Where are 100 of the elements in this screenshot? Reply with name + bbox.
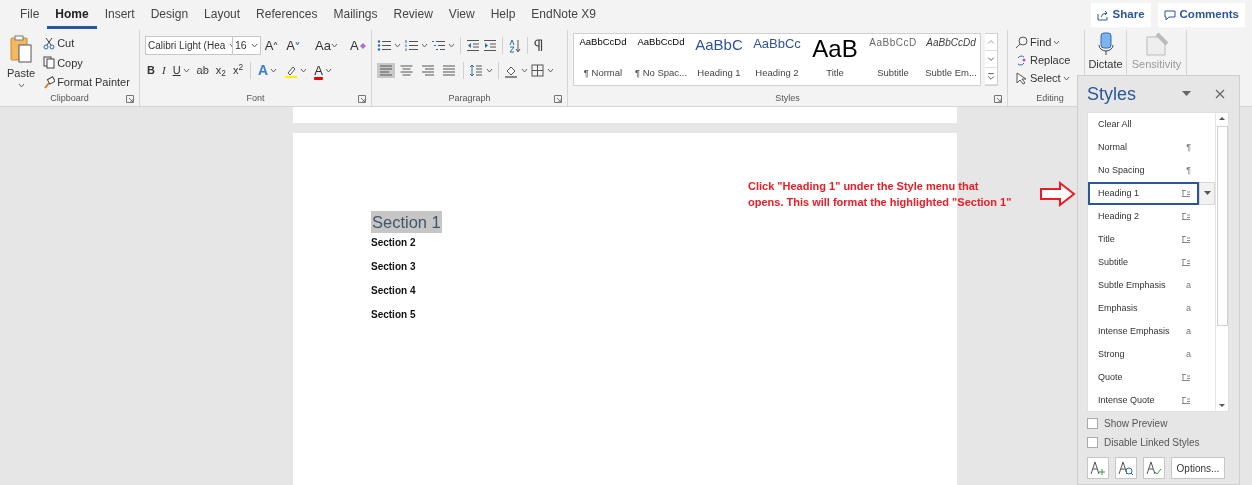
caret-icon[interactable] <box>1062 75 1070 81</box>
caret-icon[interactable] <box>547 68 554 73</box>
linked-style-icon <box>1181 235 1191 244</box>
manage-styles-button[interactable] <box>1143 457 1165 479</box>
dialog-launcher-icon[interactable] <box>994 94 1002 103</box>
bullet-list-icon[interactable] <box>377 39 391 52</box>
style-gallery-item[interactable]: AaBbCcDd ¶ No Spac... <box>632 34 690 85</box>
style-list-item[interactable]: No Spacing ¶ <box>1088 159 1199 182</box>
find-button[interactable]: Find <box>1013 33 1079 51</box>
select-button[interactable]: Select <box>1013 69 1079 87</box>
caret-icon[interactable] <box>448 43 455 48</box>
ribbon-tab[interactable]: Review <box>385 1 441 29</box>
styles-gallery[interactable]: AaBbCcDd ¶ Normal AaBbCcDd ¶ No Spac... AaBbC Heading 1 AaBbCc Heading 2 AaB Title AaBbCcD Subtitle AaBbCcDd Subtle Em... <box>573 33 981 86</box>
style-list-item[interactable]: Intense Emphasis a <box>1088 320 1199 343</box>
style-list-item[interactable]: Heading 2 <box>1088 205 1199 228</box>
italic-button[interactable]: I <box>159 61 168 80</box>
ribbon-tab[interactable]: View <box>440 1 483 29</box>
dialog-launcher-icon[interactable] <box>358 94 366 103</box>
line-spacing-icon[interactable] <box>469 64 483 77</box>
dictate-button[interactable]: Dictate <box>1087 32 1124 70</box>
format-painter-button[interactable]: Format Painter <box>41 73 132 92</box>
dialog-launcher-icon[interactable] <box>554 94 562 103</box>
caret-icon[interactable] <box>421 43 428 48</box>
caret-icon[interactable] <box>250 43 258 48</box>
subscript-button[interactable]: x$_{2}$ <box>213 61 228 80</box>
style-list-item[interactable]: Heading 1 <box>1088 182 1199 205</box>
style-dropdown-button[interactable] <box>1199 182 1215 205</box>
bold-button[interactable]: B <box>145 61 157 80</box>
heading-text: Section 1 <box>371 211 442 233</box>
checkbox[interactable] <box>1087 418 1098 429</box>
style-gallery-item[interactable]: AaBbCc Heading 2 <box>748 34 806 85</box>
style-gallery-item[interactable]: AaBbCcDd Subtle Em... <box>922 34 980 85</box>
caret-icon[interactable] <box>182 68 190 73</box>
style-list-item[interactable]: Quote <box>1088 366 1199 389</box>
style-gallery-item[interactable]: AaBbCcDd ¶ Normal <box>574 34 632 85</box>
align-right-button[interactable] <box>419 63 437 78</box>
group-label: Editing <box>1035 91 1065 105</box>
share-button[interactable]: Share <box>1090 3 1151 27</box>
underline-button[interactable]: U <box>170 61 192 80</box>
shrink-font-button[interactable]: A <box>285 34 305 57</box>
caret-icon[interactable] <box>270 68 278 73</box>
caret-icon[interactable] <box>1182 91 1191 97</box>
caret-icon[interactable] <box>324 68 332 73</box>
align-right-icon <box>421 64 435 77</box>
style-list-item[interactable]: Clear All <box>1088 113 1199 136</box>
style-name: Heading 1 <box>697 65 741 80</box>
increase-indent-icon[interactable] <box>483 39 497 52</box>
clear-formatting-button[interactable]: A <box>348 34 368 57</box>
style-list-item[interactable]: Intense Quote <box>1088 389 1199 412</box>
ribbon-tab[interactable]: Layout <box>196 1 249 29</box>
change-case-button[interactable]: Aa <box>314 34 339 57</box>
multilevel-list-icon[interactable] <box>431 39 445 52</box>
style-list-item[interactable]: Subtitle <box>1088 251 1199 274</box>
numbered-list-icon[interactable] <box>404 39 418 52</box>
ribbon-tab[interactable]: References <box>248 1 326 29</box>
paste-button[interactable]: Paste <box>5 33 38 92</box>
align-justify-button[interactable] <box>440 63 458 78</box>
options-button[interactable]: Options... <box>1171 457 1225 479</box>
pilcrow-icon[interactable] <box>533 39 543 52</box>
style-list-item[interactable]: Emphasis a <box>1088 297 1199 320</box>
checkbox[interactable] <box>1087 437 1098 448</box>
scrollbar-thumb[interactable] <box>1216 126 1228 326</box>
ribbon-tab[interactable]: Design <box>142 1 197 29</box>
caret-icon[interactable] <box>17 82 25 88</box>
dialog-launcher-icon[interactable] <box>126 94 134 103</box>
cut-button[interactable]: Cut <box>41 34 132 53</box>
font-size-field[interactable]: 16 <box>232 36 261 55</box>
ribbon-tab[interactable]: EndNote X9 <box>523 1 605 29</box>
style-list-item[interactable]: Normal ¶ <box>1088 136 1199 159</box>
ribbon-tab[interactable]: Help <box>482 1 524 29</box>
ribbon-tab[interactable]: Mailings <box>325 1 386 29</box>
superscript-button[interactable]: x$^{2}$ <box>230 61 245 80</box>
caret-icon[interactable] <box>330 43 338 48</box>
style-list-item[interactable]: Strong a <box>1088 343 1199 366</box>
style-list-item[interactable]: Title <box>1088 228 1199 251</box>
ribbon-tab[interactable]: Insert <box>96 1 143 29</box>
ribbon-tab[interactable]: File <box>12 1 48 29</box>
style-list-item[interactable]: Subtle Emphasis a <box>1088 274 1199 297</box>
replace-button[interactable]: Replace <box>1013 51 1079 69</box>
close-icon[interactable] <box>1215 89 1225 99</box>
borders-icon[interactable] <box>531 64 544 77</box>
caret-icon[interactable] <box>300 68 308 73</box>
style-gallery-item[interactable]: AaBbC Heading 1 <box>690 34 748 85</box>
new-style-button[interactable] <box>1087 457 1109 479</box>
style-gallery-item[interactable]: AaB Title <box>806 34 864 85</box>
sort-icon[interactable] <box>508 38 522 53</box>
caret-icon[interactable] <box>486 68 493 73</box>
style-gallery-item[interactable]: AaBbCcD Subtitle <box>864 34 922 85</box>
caret-icon[interactable] <box>521 68 528 73</box>
grow-font-button[interactable]: A <box>263 34 283 57</box>
font-name-field[interactable]: Calibri Light (Hea <box>145 36 233 55</box>
font-color-button[interactable]: A <box>312 59 334 82</box>
style-inspector-button[interactable] <box>1115 457 1137 479</box>
caret-icon[interactable] <box>394 43 401 48</box>
decrease-indent-icon[interactable] <box>466 39 480 52</box>
caret-icon[interactable] <box>1053 39 1061 45</box>
copy-button[interactable]: Copy <box>41 53 132 72</box>
align-center-button[interactable] <box>398 63 416 78</box>
text-effects-button[interactable]: A <box>256 59 280 82</box>
comments-button[interactable]: Comments <box>1157 3 1245 27</box>
